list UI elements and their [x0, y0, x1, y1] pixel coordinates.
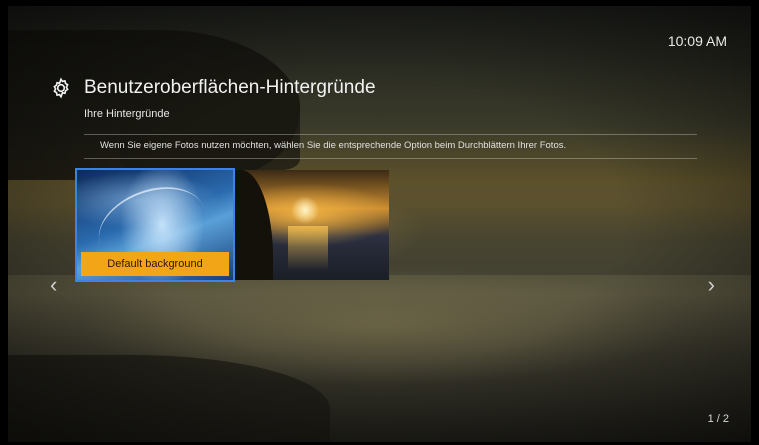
screen: 10:09 AM Benutzeroberflächen-Hintergründ… [0, 0, 759, 445]
background-thumbnail-default[interactable]: Default background [75, 168, 235, 282]
thumbnail-label: Default background [81, 252, 229, 276]
